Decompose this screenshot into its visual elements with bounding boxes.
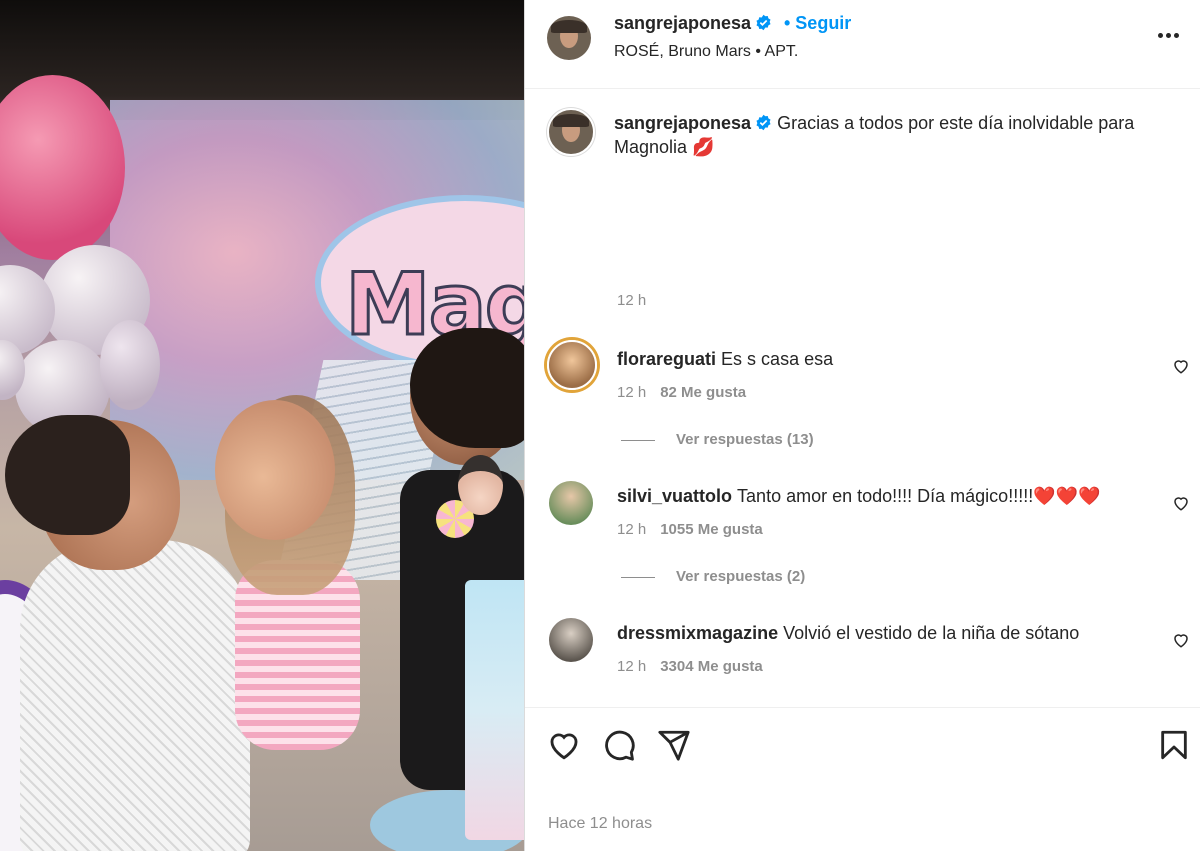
comment-meta: 12 h 1055 Me gusta [617, 521, 763, 538]
media-cake [465, 580, 524, 840]
kiss-emoji: 💋 [692, 137, 715, 157]
share-icon[interactable] [657, 728, 691, 762]
heart-icon[interactable] [1172, 494, 1190, 512]
commenter-username[interactable]: silvi_vuattolo [617, 486, 732, 506]
post-media[interactable]: Mag [0, 0, 524, 851]
comment-body: silvi_vuattolo Tanto amor en todo!!!! Dí… [617, 486, 1100, 507]
commenter-avatar[interactable] [549, 481, 593, 525]
comment-likes[interactable]: 1055 Me gusta [660, 521, 763, 538]
post-caption: sangrejaponesa Gracias a todos por este … [614, 111, 1179, 159]
verified-badge-icon [756, 14, 771, 31]
comment-time[interactable]: 12 h [617, 384, 646, 401]
like-heart-icon[interactable] [547, 728, 581, 762]
comment-likes[interactable]: 82 Me gusta [660, 384, 746, 401]
comment-likes[interactable]: 3304 Me gusta [660, 658, 763, 675]
comment-text: Es s casa esa [721, 349, 834, 369]
caption-username[interactable]: sangrejaponesa [614, 113, 751, 133]
media-cake-topper [458, 455, 503, 515]
comment-icon[interactable] [602, 728, 636, 762]
media-woman [20, 540, 250, 851]
commenter-avatar[interactable] [549, 618, 593, 662]
audio-track[interactable]: ROSÉ, Bruno Mars • APT. [614, 43, 798, 61]
comment-text: Tanto amor en todo!!!! Día mágico!!!!! [737, 486, 1034, 506]
comment-body: dressmixmagazine Volvió el vestido de la… [617, 623, 1079, 644]
caption-author-avatar[interactable] [547, 108, 595, 156]
author-username-text[interactable]: sangrejaponesa [614, 13, 751, 33]
post-actions [525, 707, 1200, 782]
author-username[interactable]: sangrejaponesa [614, 13, 772, 34]
follow-button[interactable]: • Seguir [784, 13, 851, 34]
media-woman-hair [5, 415, 130, 535]
comment-meta: 12 h 3304 Me gusta [617, 658, 763, 675]
post-timestamp[interactable]: Hace 12 horas [548, 815, 652, 833]
view-replies-button[interactable]: Ver respuestas (2) [621, 568, 805, 585]
comment-meta: 12 h 82 Me gusta [617, 384, 746, 401]
comment-body: florareguati Es s casa esa [617, 349, 833, 370]
view-replies-button[interactable]: Ver respuestas (13) [621, 431, 814, 448]
commenter-avatar[interactable] [547, 340, 597, 390]
author-avatar[interactable] [547, 16, 591, 60]
heart-icon[interactable] [1172, 357, 1190, 375]
comment-text: Volvió el vestido de la niña de sótano [783, 623, 1080, 643]
verified-badge-icon [756, 114, 771, 131]
hearts-emoji: ❤️❤️❤️ [1033, 486, 1101, 506]
comment-time[interactable]: 12 h [617, 658, 646, 675]
post-header: sangrejaponesa • Seguir ROSÉ, Bruno Mars… [525, 0, 1200, 89]
heart-icon[interactable] [1172, 631, 1190, 649]
bookmark-icon[interactable] [1157, 728, 1191, 762]
media-balloon [100, 320, 160, 410]
post-sidebar: sangrejaponesa • Seguir ROSÉ, Bruno Mars… [524, 0, 1200, 851]
caption-time[interactable]: 12 h [617, 292, 646, 309]
commenter-username[interactable]: florareguati [617, 349, 716, 369]
media-girl-head [215, 400, 335, 540]
comment-time[interactable]: 12 h [617, 521, 646, 538]
commenter-username[interactable]: dressmixmagazine [617, 623, 778, 643]
more-options-icon[interactable] [1158, 25, 1186, 45]
